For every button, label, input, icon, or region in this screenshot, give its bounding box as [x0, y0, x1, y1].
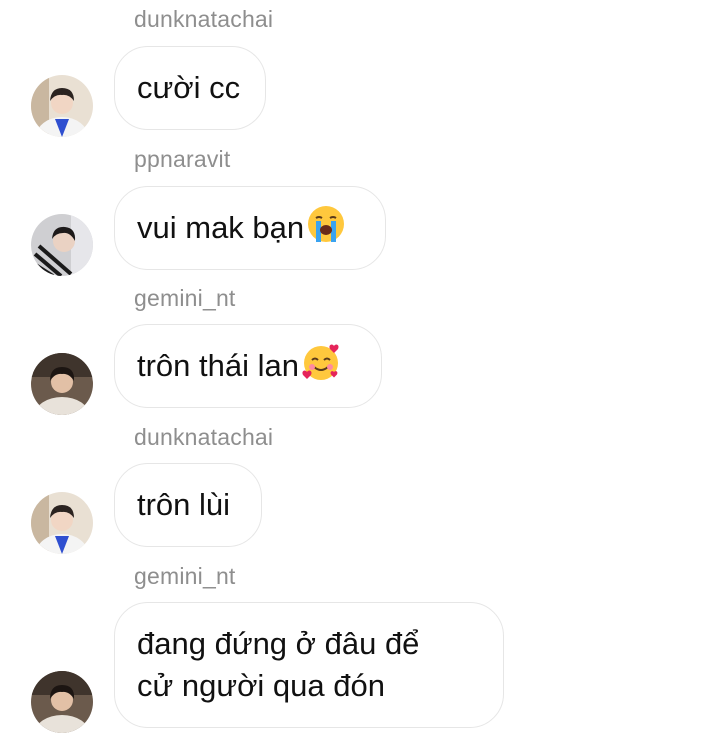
message-text-line: cử người qua đón [137, 668, 385, 703]
message-text-line: đang đứng ở đâu để [137, 626, 420, 661]
sender-name[interactable]: dunknatachai [134, 424, 273, 451]
chat-thread: dunknatachai cười cc ppnaravit vui mak b… [0, 0, 720, 739]
sender-name[interactable]: dunknatachai [134, 6, 273, 33]
avatar[interactable] [31, 353, 93, 415]
avatar[interactable] [31, 492, 93, 554]
message-text: cười cc [137, 70, 241, 105]
loudly-crying-face-emoji [306, 204, 346, 252]
message-text: trôn thái lan [137, 348, 299, 383]
message-bubble[interactable]: đang đứng ở đâu để cử người qua đón [114, 602, 504, 728]
sender-name[interactable]: gemini_nt [134, 285, 236, 312]
message-bubble[interactable]: trôn lùi [114, 463, 262, 547]
message-bubble[interactable]: trôn thái lan [114, 324, 382, 408]
message-bubble[interactable]: cười cc [114, 46, 266, 130]
avatar[interactable] [31, 671, 93, 733]
avatar[interactable] [31, 214, 93, 276]
sender-name[interactable]: ppnaravit [134, 146, 230, 173]
message-bubble[interactable]: vui mak bạn [114, 186, 386, 270]
smiling-face-with-hearts-emoji [301, 342, 341, 390]
message-text: vui mak bạn [137, 210, 305, 245]
avatar[interactable] [31, 75, 93, 137]
sender-name[interactable]: gemini_nt [134, 563, 236, 590]
message-text: trôn lùi [137, 487, 231, 522]
